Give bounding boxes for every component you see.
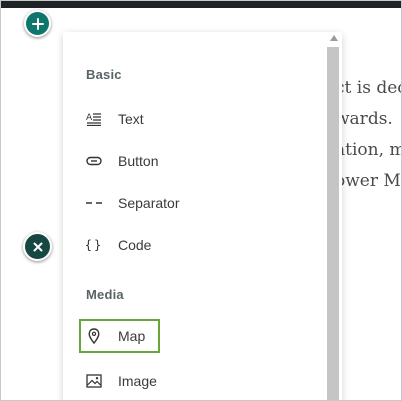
close-icon <box>33 242 42 251</box>
story-text-line: ower M <box>335 171 401 191</box>
menu-item-label: Image <box>118 373 157 389</box>
close-block-menu-button[interactable] <box>23 232 52 261</box>
story-text-line: ct is dec <box>335 78 402 98</box>
menu-item-code[interactable]: {} Code <box>79 228 319 262</box>
add-block-button[interactable] <box>24 10 51 37</box>
menu-item-label: Button <box>118 153 159 169</box>
menu-item-text[interactable]: A Text <box>79 102 319 136</box>
menu-item-label: Text <box>118 111 144 127</box>
section-header-basic: Basic <box>86 67 122 82</box>
map-pin-icon <box>85 327 103 345</box>
menu-item-map[interactable]: Map <box>79 319 160 353</box>
separator-icon <box>85 194 103 212</box>
story-body-text: ct is dec wards. ation, m ower M <box>335 73 402 197</box>
svg-text:A: A <box>86 113 93 123</box>
story-text-line: ation, m <box>335 140 402 160</box>
section-header-media: Media <box>86 287 124 302</box>
top-bar <box>1 1 401 8</box>
menu-item-separator[interactable]: Separator <box>79 186 319 220</box>
menu-item-image[interactable]: Image <box>79 364 319 398</box>
scroll-thumb[interactable] <box>327 47 339 400</box>
story-editor-frame: ct is dec wards. ation, m ower M Basic A… <box>0 0 402 401</box>
scroll-up-arrow-icon[interactable] <box>330 35 338 41</box>
menu-item-label: Separator <box>118 195 180 211</box>
image-icon <box>85 372 103 390</box>
menu-item-label: Map <box>118 328 146 344</box>
plus-icon <box>31 17 44 30</box>
story-text-line: wards. <box>335 109 393 129</box>
code-icon: {} <box>84 238 104 252</box>
menu-item-button[interactable]: Button <box>79 144 319 178</box>
button-icon <box>85 152 103 170</box>
menu-item-label: Code <box>118 237 152 253</box>
text-icon: A <box>85 110 103 128</box>
